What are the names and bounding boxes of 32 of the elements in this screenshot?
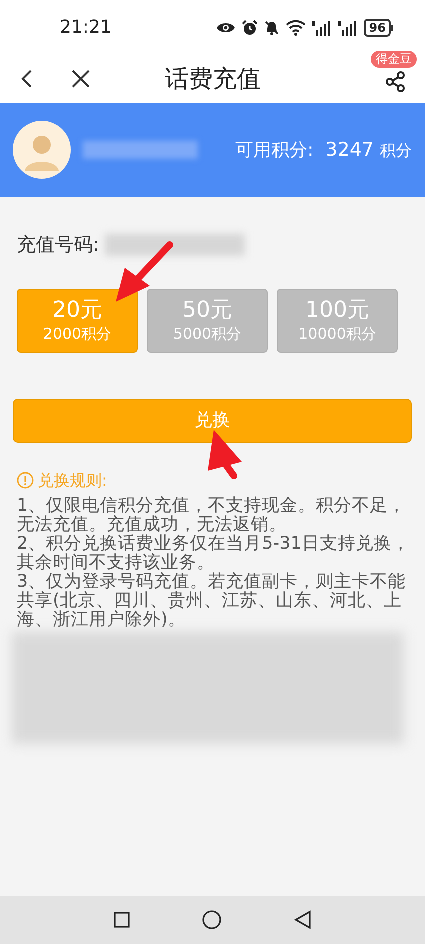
amount-option[interactable]: 100元 10000积分: [277, 288, 398, 352]
recharge-number-label: 充值号码:: [17, 233, 100, 258]
battery-indicator: 96: [364, 18, 391, 36]
close-icon[interactable]: [72, 70, 90, 88]
rule-text: 2、积分兑换话费业务仅在当月5-31日支持兑换，其余时间不支持该业务。: [17, 534, 411, 572]
share-icon[interactable]: [385, 71, 407, 93]
badge: 得金豆: [371, 51, 417, 68]
back-icon[interactable]: [20, 69, 34, 89]
points-unit: 积分: [380, 140, 412, 162]
signal-icon: [312, 20, 332, 36]
annotation-arrow: [116, 242, 174, 302]
back-nav-icon[interactable]: [294, 910, 312, 930]
status-time: 21:21: [60, 16, 112, 40]
info-icon: [17, 472, 34, 489]
rule-text: 1、仅限电信积分充值，不支持现金。积分不足，无法充值。充值成功，无法返销。: [17, 496, 408, 534]
rule-text: 3、仅为登录号码充值。若充值副卡，则主卡不能共享(北京、四川、贵州、江苏、山东、河北、上海、浙江用户除外)。: [17, 572, 408, 630]
home-icon[interactable]: [202, 910, 222, 930]
amount-option[interactable]: 50元 5000积分: [147, 288, 268, 352]
points-value: 3247: [326, 138, 374, 163]
points-label: 可用积分:: [236, 138, 314, 163]
annotation-arrow: [208, 430, 242, 480]
page-title: 话费充值: [165, 64, 261, 95]
alarm-icon: [242, 20, 258, 36]
recent-apps-icon[interactable]: [114, 912, 130, 928]
wifi-icon: [286, 20, 306, 36]
amount-option[interactable]: 20元 2000积分: [17, 288, 138, 352]
exchange-button[interactable]: 兑换: [13, 398, 412, 442]
muted-bell-icon: [264, 20, 280, 36]
eye-icon: [216, 20, 236, 34]
avatar-icon: [13, 121, 71, 179]
signal-icon: [338, 20, 358, 36]
rules-title: 兑换规则:: [38, 470, 108, 492]
